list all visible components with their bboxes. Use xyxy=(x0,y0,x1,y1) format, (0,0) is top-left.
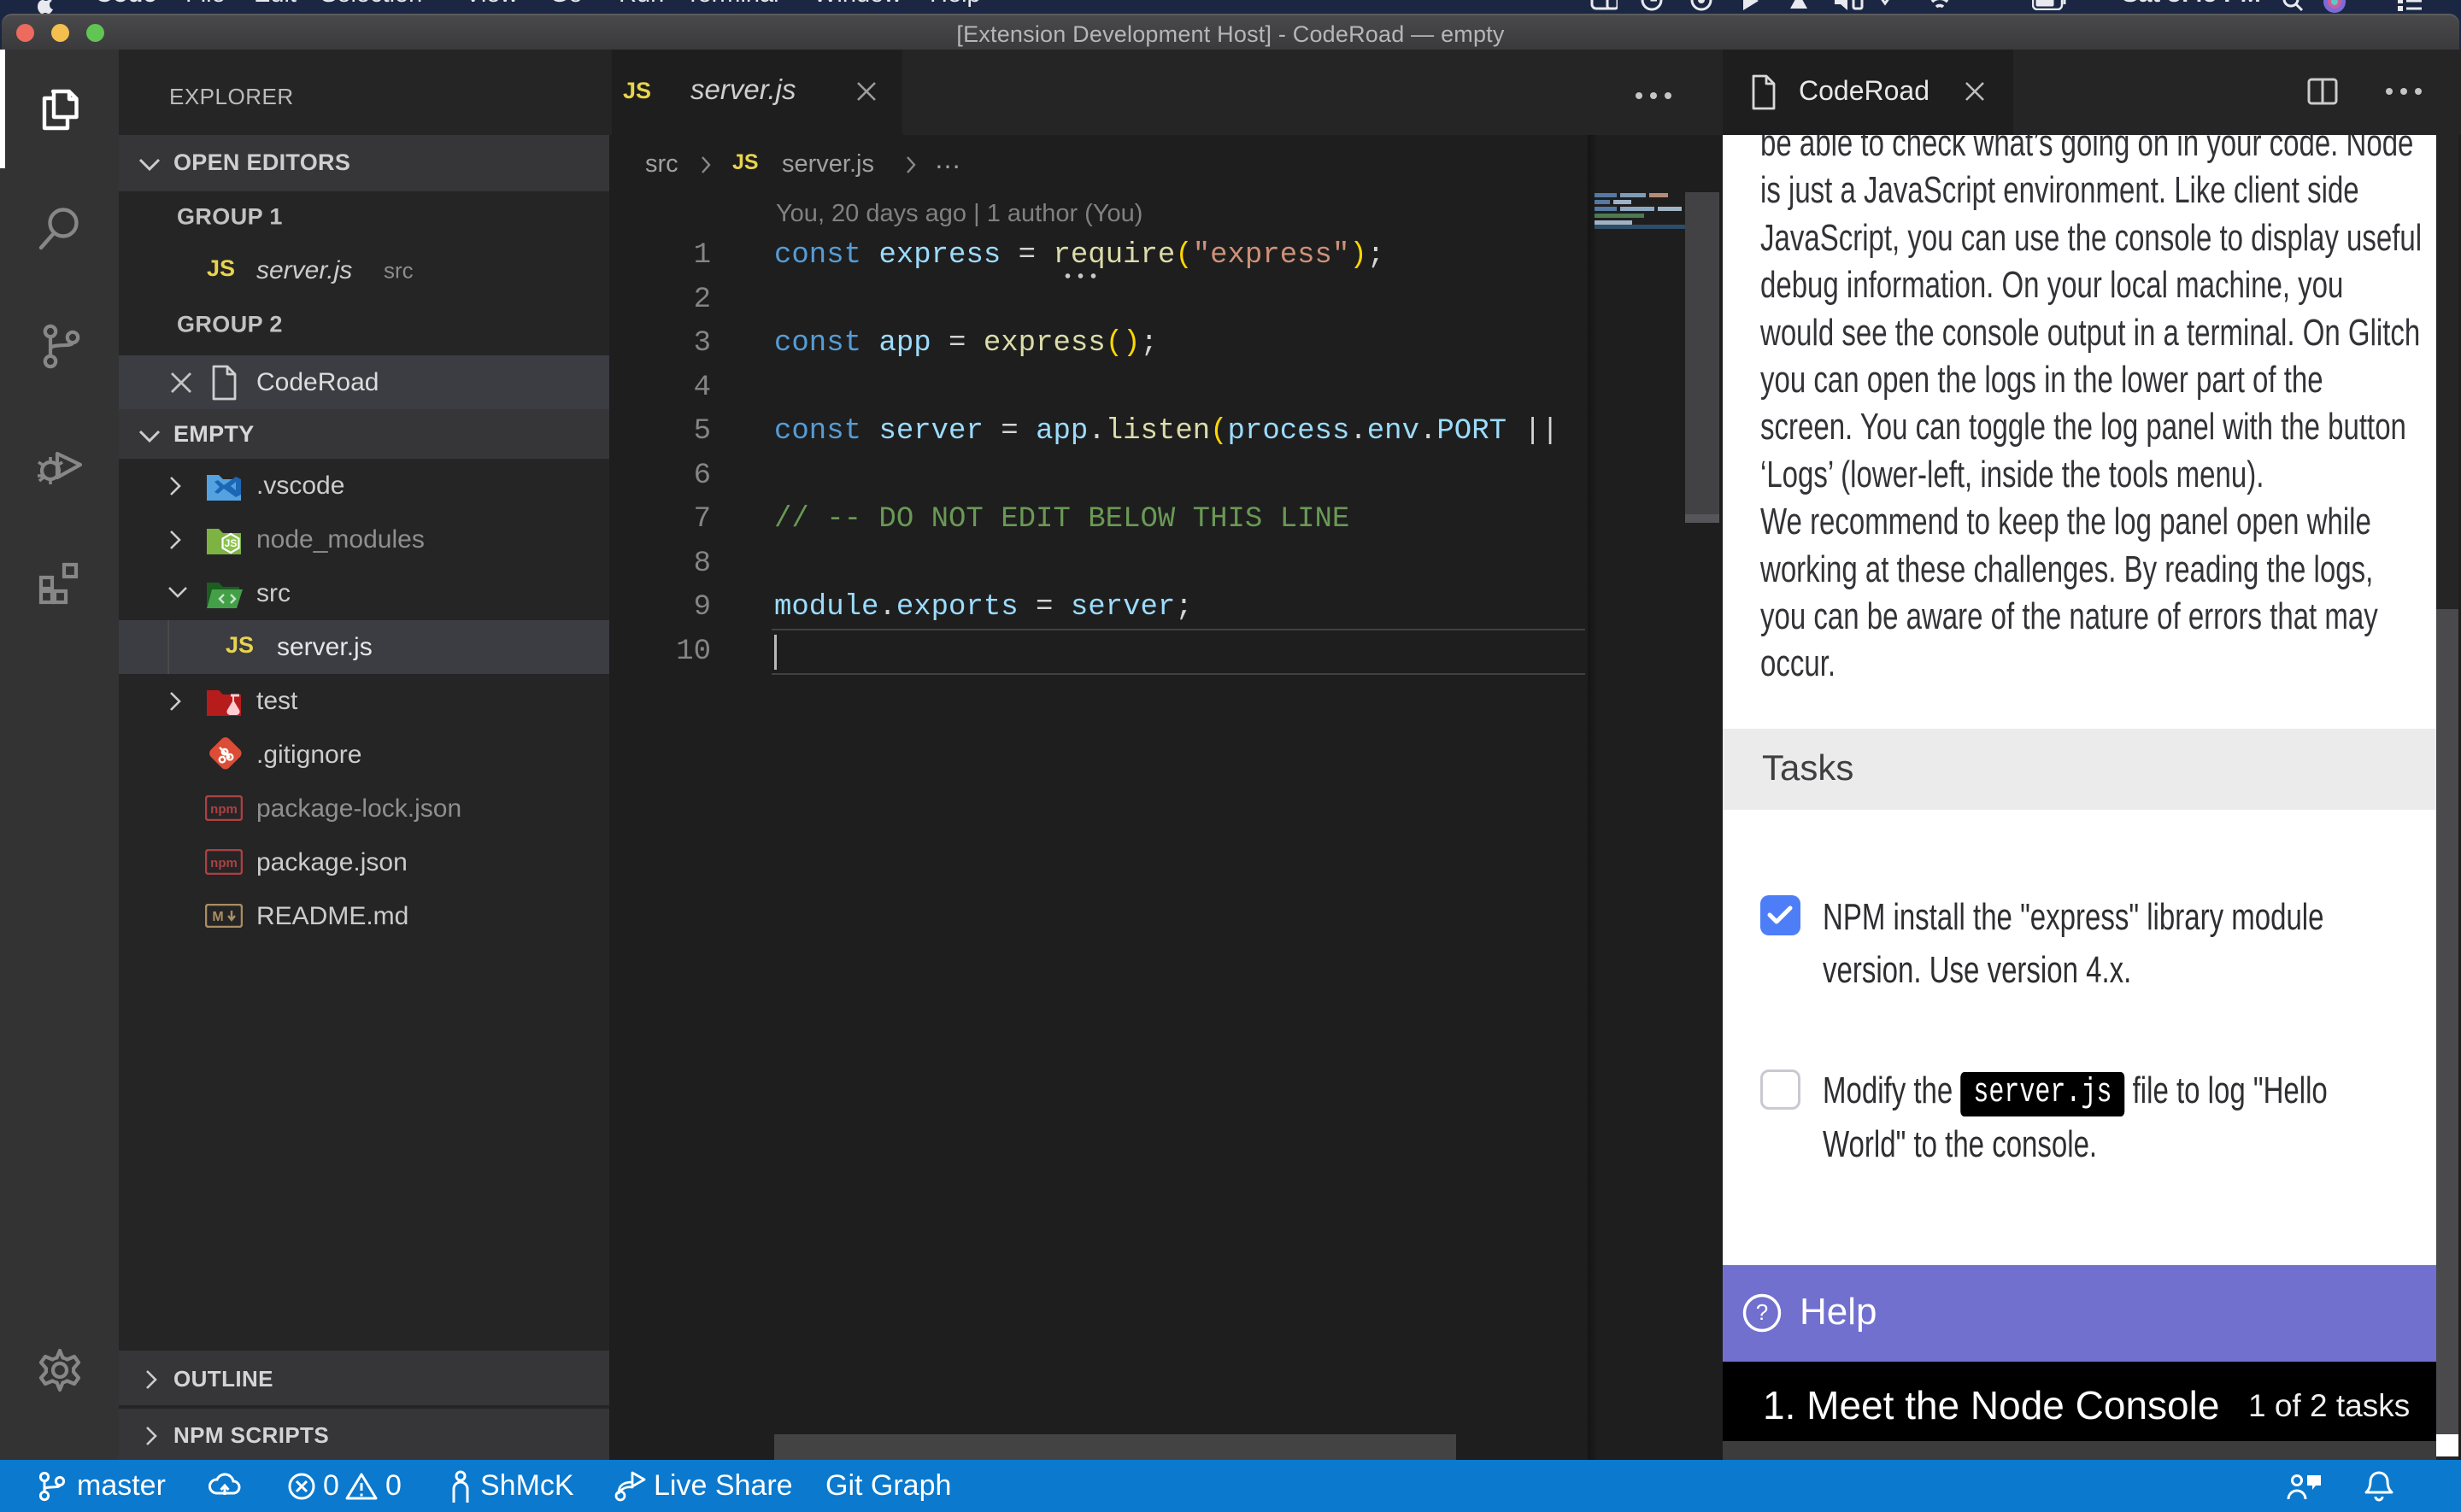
svg-text:npm: npm xyxy=(210,802,238,817)
svg-text:npm: npm xyxy=(210,856,238,870)
svg-text:M: M xyxy=(212,910,223,924)
svg-text:?: ? xyxy=(1756,1299,1768,1325)
svg-text:JS: JS xyxy=(225,537,238,549)
